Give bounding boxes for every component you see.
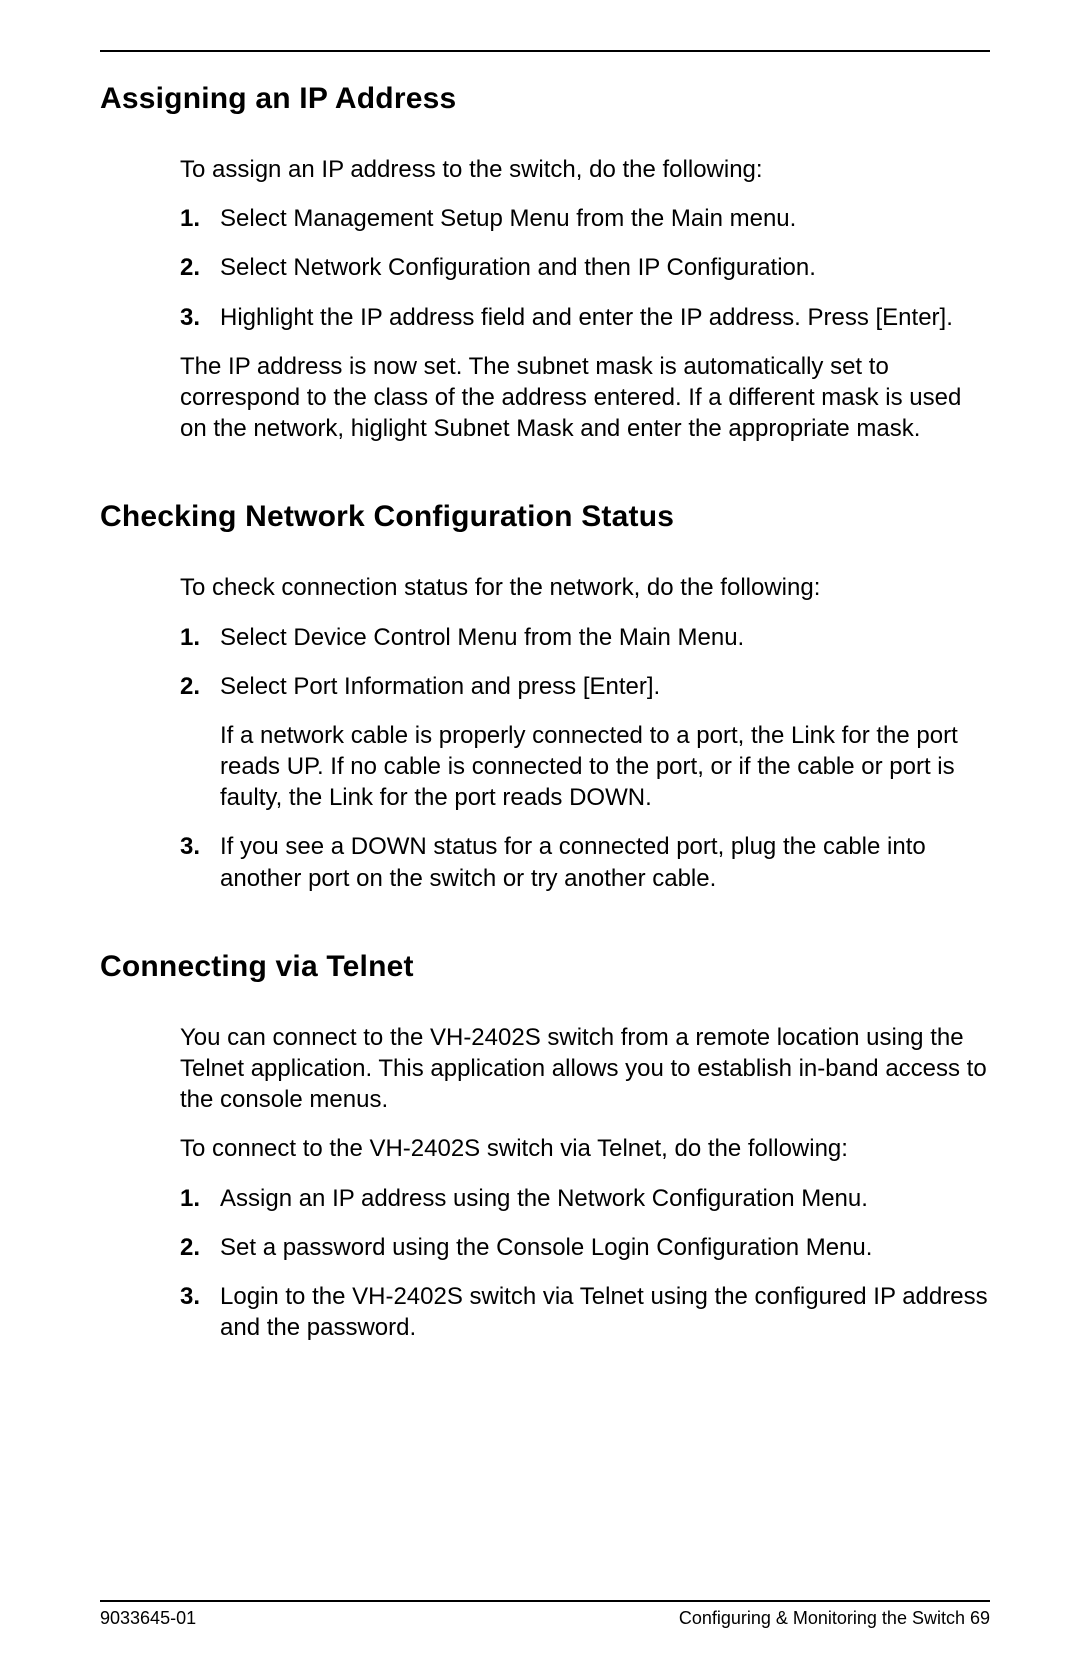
section-body: To check connection status for the netwo… xyxy=(100,572,990,894)
intro-para: You can connect to the VH-2402S switch f… xyxy=(180,1022,990,1116)
list-item-number: 1. xyxy=(180,1183,220,1214)
list-item-number: 2. xyxy=(180,671,220,702)
list-item-text: Select Port Information and press [Enter… xyxy=(220,671,990,702)
list-item-text: Set a password using the Console Login C… xyxy=(220,1232,990,1263)
document-page: Assigning an IP Address To assign an IP … xyxy=(0,0,1080,1669)
intro-para: To check connection status for the netwo… xyxy=(180,572,990,603)
list-item: 1. Select Management Setup Menu from the… xyxy=(180,203,990,234)
footer-page-label: Configuring & Monitoring the Switch 69 xyxy=(679,1608,990,1629)
list-item-text: Select Device Control Menu from the Main… xyxy=(220,622,990,653)
section-heading: Assigning an IP Address xyxy=(100,82,990,116)
page-footer: 9033645-01 Configuring & Monitoring the … xyxy=(100,1600,990,1629)
list-item-text: Select Network Configuration and then IP… xyxy=(220,252,990,283)
list-item-number: 3. xyxy=(180,1281,220,1343)
section-heading: Connecting via Telnet xyxy=(100,950,990,984)
section-body: You can connect to the VH-2402S switch f… xyxy=(100,1022,990,1344)
list-item-number: 1. xyxy=(180,622,220,653)
list-item-subpara: If a network cable is properly connected… xyxy=(220,720,990,814)
list-item: 1. Assign an IP address using the Networ… xyxy=(180,1183,990,1214)
list-item: 3. If you see a DOWN status for a connec… xyxy=(180,831,990,893)
list-item: 2. Select Network Configuration and then… xyxy=(180,252,990,283)
list-item-number: 3. xyxy=(180,831,220,893)
list-item: 3. Login to the VH-2402S switch via Teln… xyxy=(180,1281,990,1343)
intro-para: To assign an IP address to the switch, d… xyxy=(180,154,990,185)
list-item-number: 2. xyxy=(180,252,220,283)
list-item: 2. Select Port Information and press [En… xyxy=(180,671,990,702)
list-item: 1. Select Device Control Menu from the M… xyxy=(180,622,990,653)
list-item: 3. Highlight the IP address field and en… xyxy=(180,302,990,333)
list-item-text: If you see a DOWN status for a connected… xyxy=(220,831,990,893)
bottom-rule xyxy=(100,1600,990,1602)
top-rule xyxy=(100,50,990,52)
intro-para-2: To connect to the VH-2402S switch via Te… xyxy=(180,1133,990,1164)
list-item: 2. Set a password using the Console Logi… xyxy=(180,1232,990,1263)
section-body: To assign an IP address to the switch, d… xyxy=(100,154,990,444)
list-item-text: Highlight the IP address field and enter… xyxy=(220,302,990,333)
outro-para: The IP address is now set. The subnet ma… xyxy=(180,351,990,445)
list-item-number: 3. xyxy=(180,302,220,333)
list-item-number: 1. xyxy=(180,203,220,234)
list-item-text: Assign an IP address using the Network C… xyxy=(220,1183,990,1214)
list-item-text: Login to the VH-2402S switch via Telnet … xyxy=(220,1281,990,1343)
section-heading: Checking Network Configuration Status xyxy=(100,500,990,534)
list-item-number: 2. xyxy=(180,1232,220,1263)
list-item-text: Select Management Setup Menu from the Ma… xyxy=(220,203,990,234)
footer-doc-number: 9033645-01 xyxy=(100,1608,196,1629)
